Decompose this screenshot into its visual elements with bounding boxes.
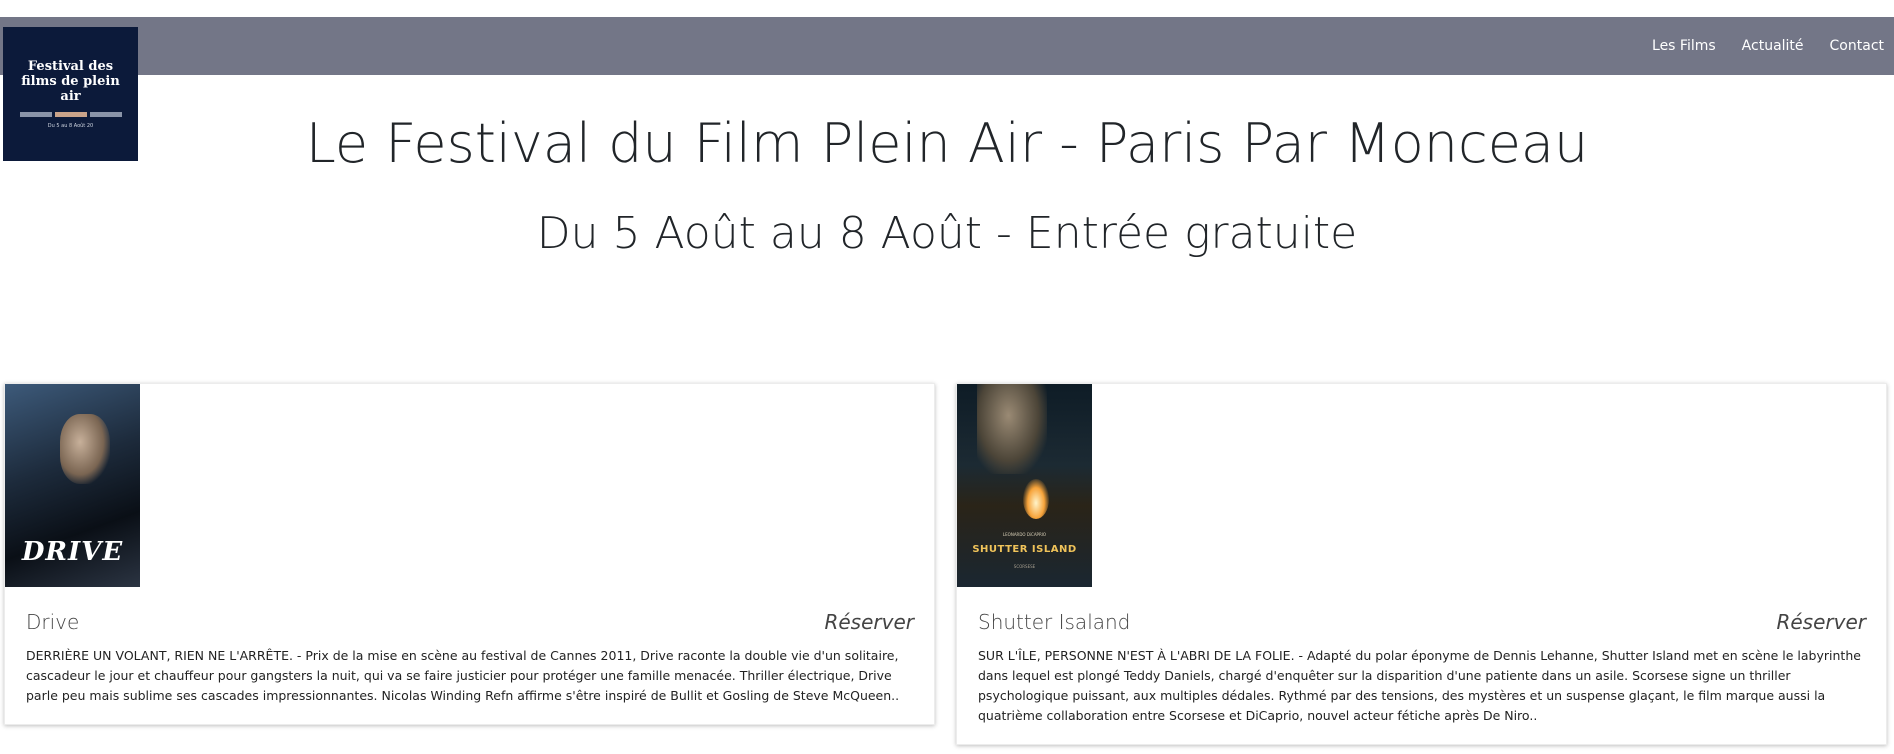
- nav-link-contact[interactable]: Contact: [1830, 38, 1884, 54]
- poster-title: SHUTTER ISLAND: [972, 544, 1077, 555]
- film-description: SUR L'ÎLE, PERSONNE N'EST À L'ABRI DE LA…: [978, 648, 1861, 723]
- film-title: Shutter Isaland: [978, 610, 1131, 634]
- film-description: DERRIÈRE UN VOLANT, RIEN NE L'ARRÊTE. - …: [26, 648, 900, 703]
- poster-face: [977, 384, 1047, 474]
- poster-credit: SCORSESE: [1013, 564, 1036, 569]
- poster-flame: [1023, 479, 1049, 519]
- logo-title: Festival des films de plein air: [21, 59, 120, 104]
- film-title: Drive: [26, 610, 80, 634]
- film-card-drive: DRIVE Drive Réserver DERRIÈRE UN VOLANT,…: [4, 383, 935, 725]
- film-poster-drive: DRIVE: [5, 384, 140, 587]
- poster-title: DRIVE: [21, 537, 124, 567]
- page-subtitle: Du 5 Août au 8 Août - Entrée gratuite: [536, 208, 1358, 259]
- poster-face: [60, 414, 110, 484]
- film-poster-shutter-island: LEONARDO DiCAPRIO SHUTTER ISLAND SCORSES…: [957, 384, 1092, 587]
- page-title: Le Festival du Film Plein Air - Paris Pa…: [305, 112, 1589, 175]
- navbar: Les Films Actualité Contact: [0, 17, 1894, 75]
- film-card-shutter-island: LEONARDO DiCAPRIO SHUTTER ISLAND SCORSES…: [956, 383, 1887, 745]
- reserve-button[interactable]: Réserver: [824, 610, 914, 634]
- nav-link-les-films[interactable]: Les Films: [1652, 38, 1716, 54]
- nav-link-actualite[interactable]: Actualité: [1742, 38, 1804, 54]
- nav-links: Les Films Actualité Contact: [1626, 17, 1884, 75]
- reserve-button[interactable]: Réserver: [1776, 610, 1866, 634]
- poster-actor: LEONARDO DiCAPRIO: [1002, 532, 1047, 537]
